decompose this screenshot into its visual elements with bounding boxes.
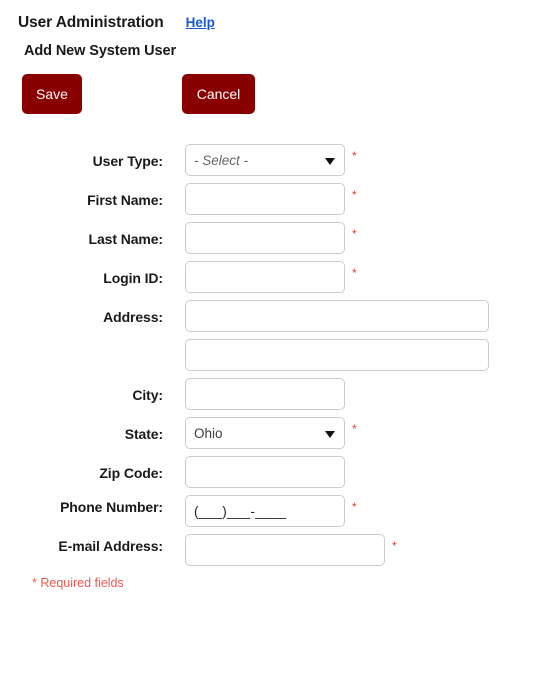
input-last-name[interactable] bbox=[185, 222, 345, 254]
form-row: Login ID: * bbox=[0, 261, 558, 293]
input-first-name[interactable] bbox=[185, 183, 345, 215]
field-cell: * bbox=[185, 222, 357, 254]
field-cell: * bbox=[185, 183, 357, 215]
field-cell: * bbox=[185, 261, 357, 293]
field-cell: Ohio * bbox=[185, 417, 357, 449]
field-label: Last Name: bbox=[88, 231, 164, 247]
required-marker: * bbox=[352, 500, 357, 514]
required-fields-note: * Required fields bbox=[32, 576, 124, 590]
field-cell: - Select - * bbox=[185, 144, 357, 176]
form-row: State: Ohio * bbox=[0, 417, 558, 449]
form-row: User Type: - Select - * bbox=[0, 144, 558, 176]
add-user-form: User Type: - Select - * First Name: * Last Na… bbox=[0, 144, 558, 566]
field-cell: * bbox=[185, 378, 357, 410]
required-marker: * bbox=[352, 422, 357, 436]
select-state[interactable]: Ohio bbox=[185, 417, 345, 449]
form-row: E-mail Address: * bbox=[0, 534, 558, 566]
select-user-type[interactable]: - Select - bbox=[185, 144, 345, 176]
help-link[interactable]: Help bbox=[186, 15, 215, 30]
input-e-mail-address[interactable] bbox=[185, 534, 385, 566]
input-login-id[interactable] bbox=[185, 261, 345, 293]
form-row: First Name: * bbox=[0, 183, 558, 215]
required-marker: * bbox=[352, 266, 357, 280]
form-row: * bbox=[0, 339, 558, 371]
field-label: First Name: bbox=[87, 192, 163, 208]
field-label bbox=[0, 339, 163, 347]
field-label: User Type: bbox=[92, 153, 163, 169]
field-label: Zip Code: bbox=[99, 465, 163, 481]
field-label: Phone Number: bbox=[60, 499, 163, 515]
input-city[interactable] bbox=[185, 378, 345, 410]
field-label: E-mail Address: bbox=[58, 538, 163, 554]
phone-mask-text: (___)___-____ bbox=[194, 503, 287, 519]
form-row: Last Name: * bbox=[0, 222, 558, 254]
required-marker: * bbox=[392, 539, 397, 553]
chevron-down-icon bbox=[325, 431, 335, 438]
cancel-button[interactable]: Cancel bbox=[182, 74, 255, 114]
select-value: - Select - bbox=[194, 153, 249, 168]
field-cell: * bbox=[185, 534, 397, 566]
field-cell: * bbox=[185, 300, 501, 332]
form-row: City: * bbox=[0, 378, 558, 410]
field-cell: (___)___-____ * bbox=[185, 495, 357, 527]
form-row: Address: * bbox=[0, 300, 558, 332]
field-label: Address: bbox=[103, 309, 163, 325]
input-address[interactable] bbox=[185, 300, 489, 332]
chevron-down-icon bbox=[325, 158, 335, 165]
page-header: User Administration Help bbox=[0, 0, 558, 32]
phone-number-input[interactable]: (___)___-____ bbox=[185, 495, 345, 527]
input-zip-code[interactable] bbox=[185, 456, 345, 488]
field-cell: * bbox=[185, 456, 357, 488]
action-button-bar: Save Cancel bbox=[0, 74, 558, 130]
field-label: State: bbox=[124, 426, 163, 442]
field-label: City: bbox=[132, 387, 163, 403]
required-marker: * bbox=[352, 227, 357, 241]
field-cell: * bbox=[185, 339, 501, 371]
field-label: Login ID: bbox=[103, 270, 163, 286]
input-address-line-2[interactable] bbox=[185, 339, 489, 371]
select-value: Ohio bbox=[194, 426, 223, 441]
save-button[interactable]: Save bbox=[22, 74, 82, 114]
required-marker: * bbox=[352, 149, 357, 163]
section-title: Add New System User bbox=[24, 43, 177, 59]
required-marker: * bbox=[352, 188, 357, 202]
form-row: Phone Number: (___)___-____ * bbox=[0, 495, 558, 527]
form-row: Zip Code: * bbox=[0, 456, 558, 488]
page-title: User Administration bbox=[18, 14, 164, 31]
